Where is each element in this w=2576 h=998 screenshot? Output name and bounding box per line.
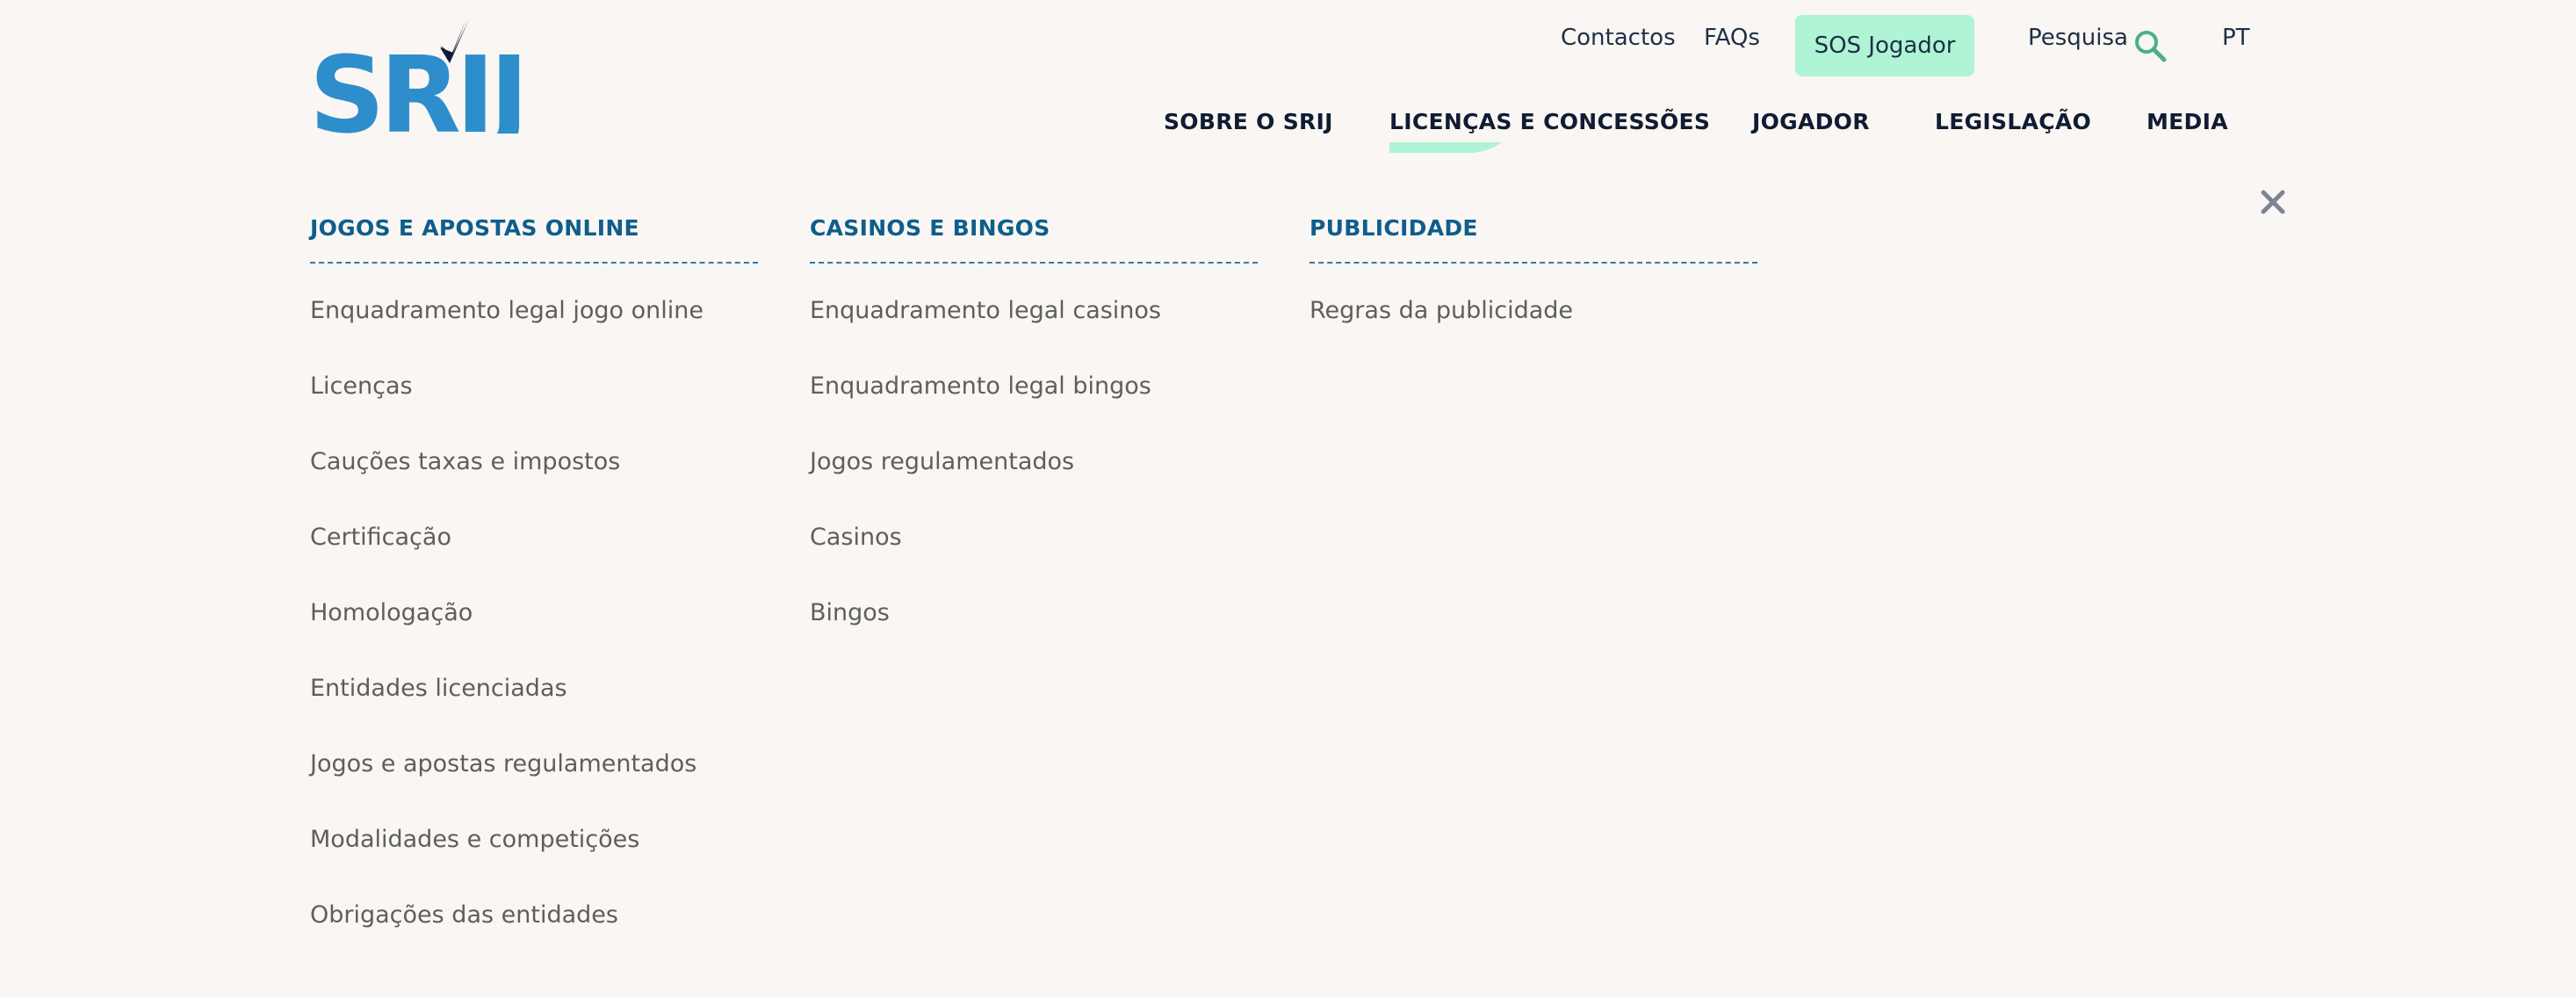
column-links: Regras da publicidade xyxy=(1310,297,1757,372)
menu-link[interactable]: Cauções taxas e impostos xyxy=(310,448,758,524)
column-title[interactable]: CASINOS E BINGOS xyxy=(810,216,1258,241)
nav-item-licencas-e-concessoes[interactable]: LICENÇAS E CONCESSÕES xyxy=(1389,111,1710,133)
menu-link[interactable]: Casinos xyxy=(810,524,1258,599)
search-link[interactable]: Pesquisa xyxy=(2028,26,2128,49)
menu-link[interactable]: Modalidades e competições xyxy=(310,826,758,901)
sos-jogador-button[interactable]: SOS Jogador xyxy=(1795,15,1974,76)
search-icon[interactable] xyxy=(2132,28,2168,63)
menu-link[interactable]: Regras da publicidade xyxy=(1310,297,1757,372)
column-divider xyxy=(810,262,1258,264)
language-selector[interactable]: PT xyxy=(2222,26,2250,49)
menu-column-casinos-e-bingos: CASINOS E BINGOS Enquadramento legal cas… xyxy=(810,216,1258,675)
srij-logo-image: SRIJ xyxy=(309,19,520,134)
column-links: Enquadramento legal casinos Enquadrament… xyxy=(810,297,1258,675)
menu-link[interactable]: Jogos e apostas regulamentados xyxy=(310,750,758,826)
active-nav-indicator xyxy=(1389,142,1502,153)
nav-item-media[interactable]: MEDIA xyxy=(2147,111,2228,133)
menu-link[interactable]: Enquadramento legal bingos xyxy=(810,372,1258,448)
column-title[interactable]: JOGOS E APOSTAS ONLINE xyxy=(310,216,758,241)
menu-link[interactable]: Licenças xyxy=(310,372,758,448)
column-title[interactable]: PUBLICIDADE xyxy=(1310,216,1757,241)
close-icon[interactable] xyxy=(2259,188,2287,216)
menu-link[interactable]: Entidades licenciadas xyxy=(310,675,758,750)
srij-logo[interactable]: SRIJ xyxy=(309,19,520,134)
nav-item-sobre-o-srij[interactable]: SOBRE O SRIJ xyxy=(1164,111,1333,133)
menu-link[interactable]: Enquadramento legal jogo online xyxy=(310,297,758,372)
column-divider xyxy=(1310,262,1757,264)
contacts-link[interactable]: Contactos xyxy=(1561,26,1676,49)
menu-link[interactable]: Jogos regulamentados xyxy=(810,448,1258,524)
column-links: Enquadramento legal jogo online Licenças… xyxy=(310,297,758,977)
menu-column-jogos-e-apostas-online: JOGOS E APOSTAS ONLINE Enquadramento leg… xyxy=(310,216,758,977)
menu-column-publicidade: PUBLICIDADE Regras da publicidade xyxy=(1310,216,1757,372)
menu-link[interactable]: Homologação xyxy=(310,599,758,675)
faqs-link[interactable]: FAQs xyxy=(1704,26,1760,49)
svg-text:SRIJ: SRIJ xyxy=(309,35,520,134)
nav-item-legislacao[interactable]: LEGISLAÇÃO xyxy=(1935,111,2091,133)
nav-item-jogador[interactable]: JOGADOR xyxy=(1752,111,1870,133)
page: SRIJ Contactos FAQs SOS Jogador Pesquisa… xyxy=(0,0,2576,998)
column-divider xyxy=(310,262,758,264)
menu-link[interactable]: Bingos xyxy=(810,599,1258,675)
menu-link[interactable]: Enquadramento legal casinos xyxy=(810,297,1258,372)
menu-link[interactable]: Certificação xyxy=(310,524,758,599)
menu-link[interactable]: Obrigações das entidades xyxy=(310,901,758,977)
